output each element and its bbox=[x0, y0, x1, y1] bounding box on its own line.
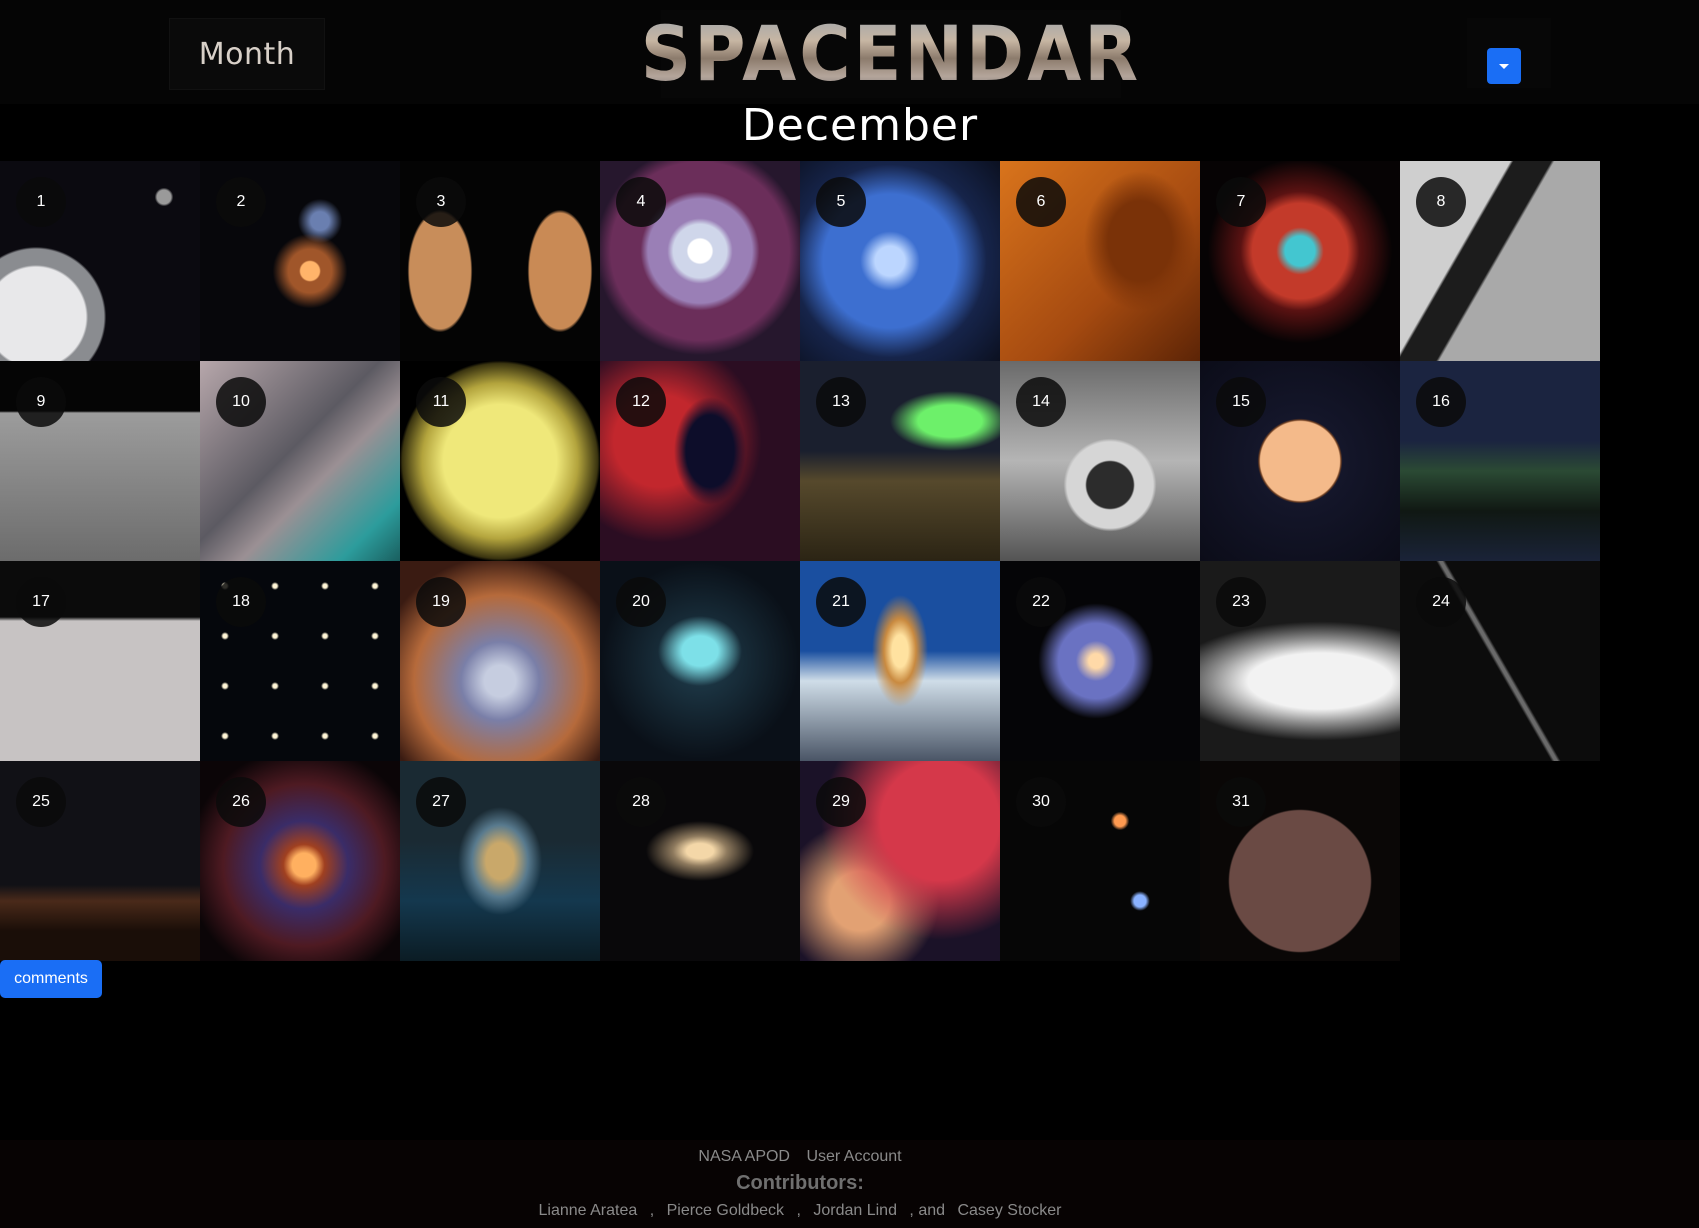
month-title: December bbox=[741, 100, 979, 151]
separator: , bbox=[649, 1202, 655, 1219]
day-cell[interactable]: 7 bbox=[1200, 161, 1400, 361]
day-cell[interactable]: 4 bbox=[600, 161, 800, 361]
day-cell[interactable]: 30 bbox=[1000, 761, 1200, 961]
day-cell[interactable]: 18 bbox=[200, 561, 400, 761]
nasa-apod-link[interactable]: NASA APOD bbox=[698, 1148, 790, 1165]
contributor-name: Casey Stocker bbox=[957, 1202, 1062, 1219]
day-number: 14 bbox=[1016, 377, 1066, 427]
top-bar: Month SPACENDAR bbox=[0, 0, 1699, 104]
contributor-name: Lianne Aratea bbox=[538, 1202, 638, 1219]
day-number: 10 bbox=[216, 377, 266, 427]
day-cell[interactable]: 20 bbox=[600, 561, 800, 761]
day-number: 1 bbox=[16, 177, 66, 227]
day-number: 5 bbox=[816, 177, 866, 227]
user-account-link[interactable]: User Account bbox=[806, 1148, 901, 1165]
day-cell[interactable]: 31 bbox=[1200, 761, 1400, 961]
day-number: 28 bbox=[616, 777, 666, 827]
day-number: 19 bbox=[416, 577, 466, 627]
menu-dropdown-button[interactable] bbox=[1487, 48, 1521, 84]
day-cell[interactable]: 9 bbox=[0, 361, 200, 561]
day-number: 17 bbox=[16, 577, 66, 627]
day-number: 22 bbox=[1016, 577, 1066, 627]
footer: NASA APOD User Account Contributors: Lia… bbox=[0, 1140, 1699, 1228]
day-number: 16 bbox=[1416, 377, 1466, 427]
day-number: 4 bbox=[616, 177, 666, 227]
contributors-list: Lianne Aratea , Pierce Goldbeck , Jordan… bbox=[0, 1202, 1600, 1220]
day-number: 13 bbox=[816, 377, 866, 427]
day-number: 26 bbox=[216, 777, 266, 827]
day-number: 9 bbox=[16, 377, 66, 427]
day-cell[interactable]: 2 bbox=[200, 161, 400, 361]
day-cell[interactable]: 10 bbox=[200, 361, 400, 561]
day-cell[interactable]: 29 bbox=[800, 761, 1000, 961]
day-cell[interactable]: 12 bbox=[600, 361, 800, 561]
day-number: 20 bbox=[616, 577, 666, 627]
day-cell[interactable]: 25 bbox=[0, 761, 200, 961]
footer-links: NASA APOD User Account bbox=[0, 1148, 1600, 1166]
logo-text: SPACENDAR bbox=[640, 9, 1142, 99]
day-cell[interactable]: 24 bbox=[1400, 561, 1600, 761]
day-cell[interactable]: 1 bbox=[0, 161, 200, 361]
day-number: 7 bbox=[1216, 177, 1266, 227]
separator: , bbox=[796, 1202, 801, 1219]
day-cell[interactable]: 6 bbox=[1000, 161, 1200, 361]
caret-down-icon bbox=[1499, 63, 1509, 69]
day-number: 2 bbox=[216, 177, 266, 227]
day-number: 11 bbox=[416, 377, 466, 427]
day-number: 21 bbox=[816, 577, 866, 627]
day-number: 31 bbox=[1216, 777, 1266, 827]
comments-button[interactable]: comments bbox=[0, 960, 102, 998]
day-number: 8 bbox=[1416, 177, 1466, 227]
contributor-name: Jordan Lind bbox=[813, 1202, 897, 1219]
day-number: 23 bbox=[1216, 577, 1266, 627]
day-number: 18 bbox=[216, 577, 266, 627]
day-number: 25 bbox=[16, 777, 66, 827]
day-number: 3 bbox=[416, 177, 466, 227]
contributors-title: Contributors: bbox=[736, 1172, 864, 1194]
day-cell[interactable]: 16 bbox=[1400, 361, 1600, 561]
calendar-grid: 1 2 3 4 5 6 7 8 9 10 11 12 13 14 15 16 17 18 19 20 21 22 23 24 2… bbox=[0, 161, 1600, 961]
day-cell[interactable]: 22 bbox=[1000, 561, 1200, 761]
logo: SPACENDAR bbox=[641, 10, 1138, 99]
month-view-button[interactable]: Month bbox=[169, 18, 325, 90]
day-cell[interactable]: 5 bbox=[800, 161, 1000, 361]
day-number: 30 bbox=[1016, 777, 1066, 827]
day-cell[interactable]: 19 bbox=[400, 561, 600, 761]
day-number: 15 bbox=[1216, 377, 1266, 427]
day-number: 12 bbox=[616, 377, 666, 427]
contributor-name: Pierce Goldbeck bbox=[666, 1202, 784, 1219]
day-cell[interactable]: 8 bbox=[1400, 161, 1600, 361]
day-number: 24 bbox=[1416, 577, 1466, 627]
day-cell[interactable]: 13 bbox=[800, 361, 1000, 561]
day-number: 6 bbox=[1016, 177, 1066, 227]
day-cell[interactable]: 26 bbox=[200, 761, 400, 961]
menu-dropdown-wrapper bbox=[1467, 18, 1551, 88]
day-number: 27 bbox=[416, 777, 466, 827]
day-cell[interactable]: 17 bbox=[0, 561, 200, 761]
day-cell[interactable]: 28 bbox=[600, 761, 800, 961]
day-cell[interactable]: 21 bbox=[800, 561, 1000, 761]
day-cell[interactable]: 15 bbox=[1200, 361, 1400, 561]
day-number: 29 bbox=[816, 777, 866, 827]
separator: , and bbox=[909, 1202, 946, 1219]
day-cell[interactable]: 14 bbox=[1000, 361, 1200, 561]
day-cell[interactable]: 3 bbox=[400, 161, 600, 361]
day-cell[interactable]: 11 bbox=[400, 361, 600, 561]
day-cell[interactable]: 23 bbox=[1200, 561, 1400, 761]
day-cell[interactable]: 27 bbox=[400, 761, 600, 961]
